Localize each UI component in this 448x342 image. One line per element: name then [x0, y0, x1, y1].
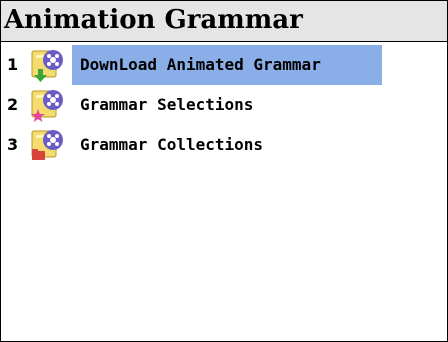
- menu-item-number: 1: [7, 55, 19, 74]
- menu-item-label: Grammar Selections: [80, 95, 254, 114]
- menu-item-download-animated-grammar[interactable]: 1 DownLoad Animated Grammar: [1, 45, 447, 85]
- menu-item-label: Grammar Collections: [80, 135, 264, 154]
- menu-item-grammar-collections[interactable]: 3 Grammar Collections: [1, 125, 447, 165]
- menu-item-label: DownLoad Animated Grammar: [72, 45, 382, 85]
- menu-item-number: 2: [7, 95, 19, 114]
- page-title: Animation Grammar: [4, 5, 303, 35]
- film-folder-icon: [31, 130, 63, 160]
- film-star-icon: [31, 90, 63, 122]
- menu-item-grammar-selections[interactable]: 2 Grammar Selections: [1, 85, 447, 125]
- app-screen: Animation Grammar 1 DownLoad Animated Gr…: [0, 0, 448, 342]
- title-bar: Animation Grammar: [1, 1, 447, 42]
- film-download-icon: [31, 50, 63, 82]
- menu-item-number: 3: [7, 135, 19, 154]
- menu-list: 1 DownLoad Animated Grammar 2 Grammar Se…: [1, 45, 447, 165]
